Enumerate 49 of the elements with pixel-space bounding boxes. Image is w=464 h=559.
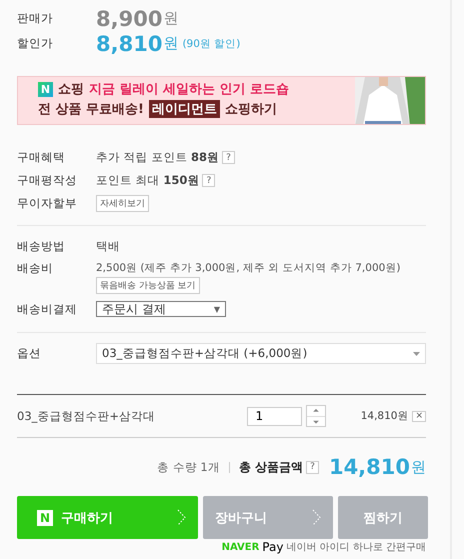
- quantity-stepper[interactable]: [306, 405, 326, 427]
- quantity-field[interactable]: 1: [247, 406, 302, 426]
- naver-logo-icon: N: [37, 510, 53, 526]
- promo-banner[interactable]: N 쇼핑 지금 릴레이 세일하는 인기 로드숍 전 상품 무료배송! 레이디먼트 쇼핑하기: [17, 76, 426, 125]
- option-select[interactable]: 03_중급형점수판+삼각대 (+6,000원): [96, 343, 426, 364]
- price-label: 할인가: [17, 36, 54, 51]
- discount-note: (90원 할인): [182, 36, 240, 50]
- chevron-icon: [177, 509, 186, 526]
- benefit-text: 추가 적립 포인트 88원: [96, 150, 219, 165]
- item-price: 14,810원: [360, 409, 408, 423]
- currency-unit: 원: [163, 34, 178, 53]
- currency-unit: 원: [411, 458, 426, 476]
- shipping-method: 택배: [96, 239, 120, 254]
- bundle-button[interactable]: 묶음배송 가능상품 보기: [96, 277, 200, 294]
- details-button[interactable]: 자세히보기: [96, 195, 149, 212]
- currency-unit: 원: [163, 9, 178, 28]
- item-name: 03_중급형점수판+삼각대: [17, 408, 156, 424]
- help-icon[interactable]: ?: [222, 151, 235, 164]
- total-label: 총 상품금액: [238, 458, 303, 476]
- total-amount: 14,810: [328, 455, 410, 479]
- benefit-label: 구매평작성: [17, 173, 78, 188]
- banner-text: 쇼핑: [58, 81, 84, 98]
- benefit-label: 무이자할부: [17, 196, 78, 211]
- down-arrow-icon[interactable]: [307, 416, 326, 426]
- naver-brand: NAVER: [222, 542, 260, 552]
- caret-icon: [413, 352, 420, 356]
- banner-text: 쇼핑하기: [224, 101, 277, 118]
- price-amount: 8,810: [96, 32, 162, 56]
- option-label: 옵션: [17, 346, 42, 361]
- shipping-fee: 2,500원 (제주 추가 3,000원, 제주 외 도서지역 추가 7,000원): [96, 261, 400, 275]
- shipping-label: 배송방법: [17, 239, 66, 254]
- remove-button[interactable]: ×: [412, 410, 426, 422]
- help-icon[interactable]: ?: [306, 460, 319, 474]
- payment-select[interactable]: 주문시 결제 ▼: [96, 301, 226, 317]
- banner-text: 지금 릴레이 세일하는 인기 로드숍: [89, 81, 290, 98]
- naver-pay-text: 네이버 아이디 하나로 간편구매: [286, 541, 426, 554]
- naver-logo-icon: N: [38, 82, 53, 96]
- price-amount: 8,900: [96, 6, 162, 30]
- banner-text: 레이디먼트: [148, 100, 220, 118]
- banner-text: 전 상품 무료배송!: [38, 101, 144, 118]
- shipping-label: 배송비: [17, 260, 54, 276]
- help-icon[interactable]: ?: [202, 174, 216, 187]
- benefit-label: 구매혜택: [17, 150, 66, 165]
- total-quantity: 총 수량 1개: [157, 460, 220, 474]
- chevron-icon: [312, 509, 321, 526]
- pay-brand: Pay: [262, 540, 284, 554]
- shipping-label: 배송비결제: [17, 302, 78, 316]
- benefit-text: 포인트 최대 150원: [96, 173, 200, 188]
- price-label: 판매가: [17, 11, 54, 26]
